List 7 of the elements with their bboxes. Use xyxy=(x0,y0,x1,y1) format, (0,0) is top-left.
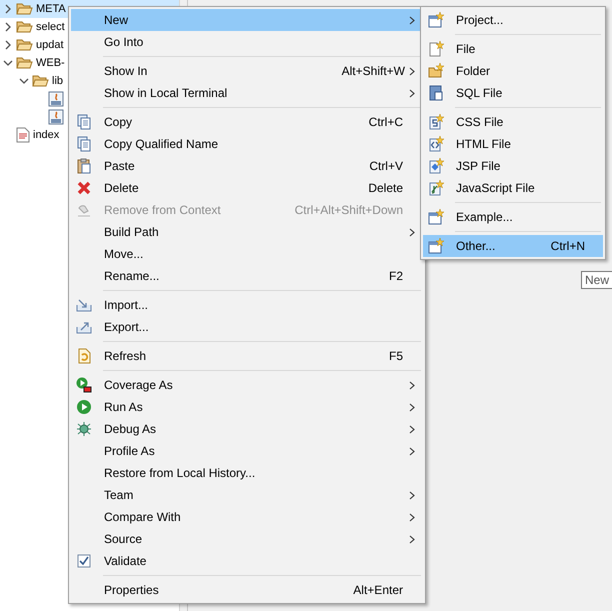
tree-item-label: updat xyxy=(36,39,64,51)
tree-item-label: select xyxy=(36,21,65,33)
tree-item-label: index xyxy=(33,129,60,141)
tree-item-label: WEB- xyxy=(36,57,65,69)
tooltip: New xyxy=(581,271,612,289)
tree-item-label: lib xyxy=(52,75,64,87)
tree-item-label: META xyxy=(36,3,66,15)
